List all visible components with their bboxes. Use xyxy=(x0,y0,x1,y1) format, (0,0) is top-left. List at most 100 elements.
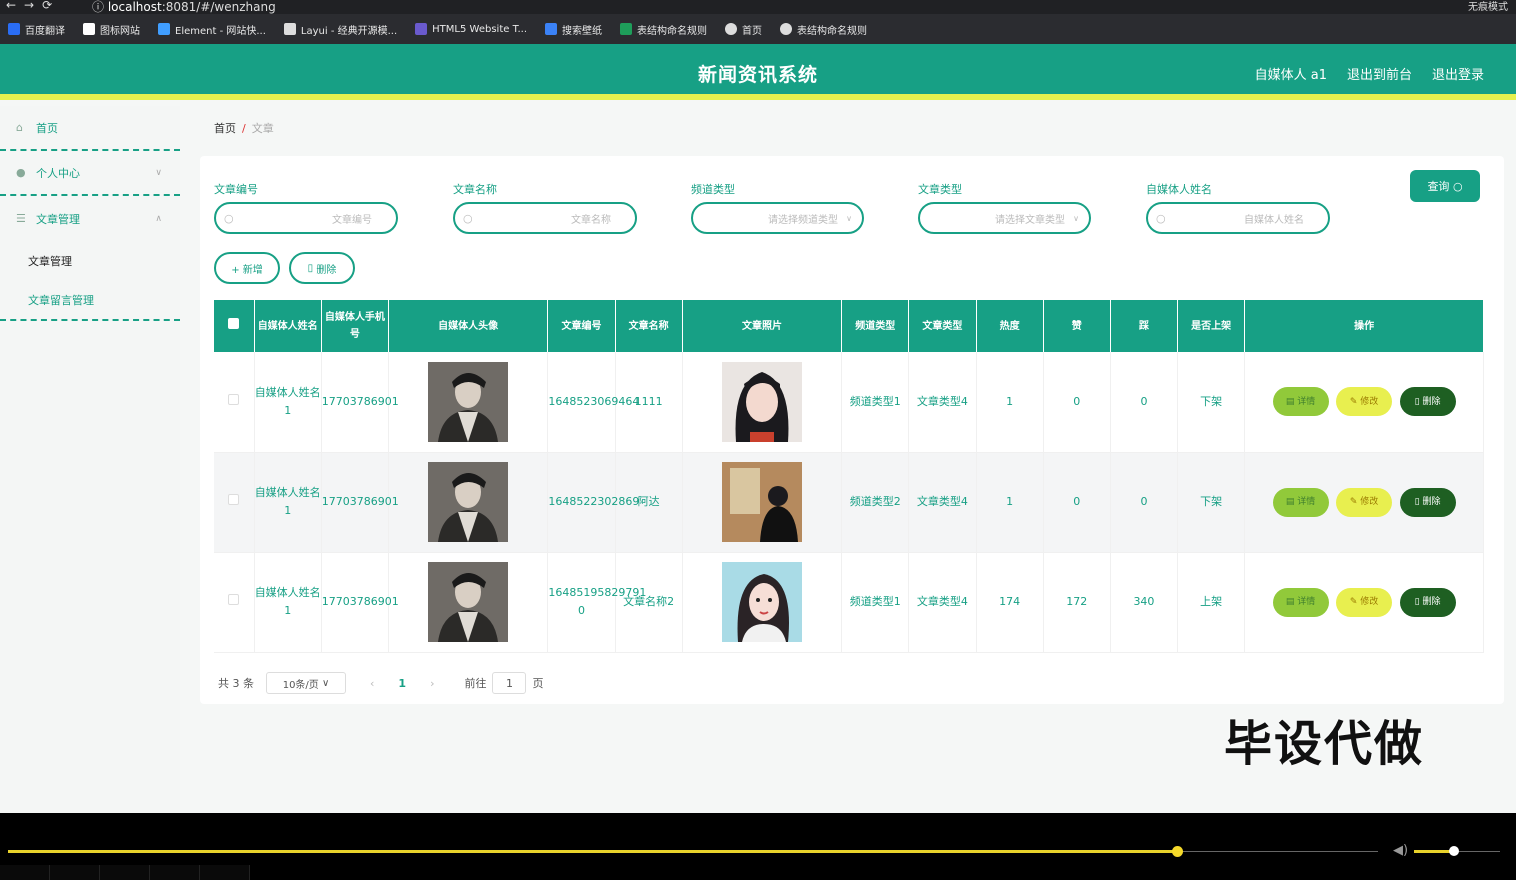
input-placeholder: 文章名称 xyxy=(571,214,611,226)
detail-label: 详情 xyxy=(1297,396,1316,407)
sidebar-subitem-article[interactable]: 文章管理 xyxy=(0,241,180,281)
sidebar-item-personal[interactable]: ● 个人中心 ∨ xyxy=(0,151,180,196)
row-checkbox[interactable] xyxy=(228,594,240,605)
row-checkbox[interactable] xyxy=(228,393,240,405)
delete-button[interactable]: ▯ 删除 xyxy=(1399,387,1456,417)
volume-bar[interactable] xyxy=(1414,850,1454,853)
page-number[interactable]: 1 xyxy=(398,677,406,690)
pagination: 共 3 条 10条/页 ∨ ‹ 1 › 前往 1 页 xyxy=(218,672,543,694)
cell-heat: 1 xyxy=(976,352,1044,453)
search-icon: ○ xyxy=(1156,212,1166,225)
cell-phone: 17703786901 xyxy=(321,352,399,453)
edit-button[interactable]: ✎ 修改 xyxy=(1336,387,1393,417)
sidebar-label: 首页 xyxy=(36,121,58,135)
page-size-select[interactable]: 10条/页 ∨ xyxy=(266,672,346,694)
volume-icon[interactable]: ◀) xyxy=(1393,843,1408,858)
url-host: localhost xyxy=(107,0,162,14)
bookmark[interactable]: 表结构命名规则 xyxy=(620,22,707,37)
detail-button[interactable]: ▤ 详情 xyxy=(1272,487,1329,517)
column-header: 操作 xyxy=(1244,300,1484,352)
edit-button[interactable]: ✎ 修改 xyxy=(1336,587,1393,617)
input-placeholder: 自媒体人姓名 xyxy=(1244,214,1304,226)
back-to-front-link[interactable]: 退出到前台 xyxy=(1347,64,1412,83)
detail-button[interactable]: ▤ 详情 xyxy=(1272,587,1329,617)
article-table: 自媒体人姓名 自媒体人手机号 自媒体人头像 文章编号 文章名称 文章照片 频道类… xyxy=(214,300,1484,653)
column-header: 文章名称 xyxy=(615,300,683,352)
bookmark[interactable]: HTML5 Website T... xyxy=(415,23,527,35)
cell-actions: ▤ 详情 ✎ 修改 ▯ 删除 xyxy=(1244,352,1484,453)
logout-link[interactable]: 退出登录 xyxy=(1432,64,1484,83)
browser-toolbar: ←→⟳ ⓘ localhost:8081/#/wenzhang 无痕模式 xyxy=(0,0,1516,14)
breadcrumb-home[interactable]: 首页 xyxy=(214,122,236,135)
table-row: 自媒体人姓名1 17703786901 16485195829791 0 文章名… xyxy=(214,552,1484,653)
input-placeholder: 请选择频道类型 xyxy=(768,214,838,226)
progress-bar[interactable] xyxy=(8,850,1178,853)
bookmark[interactable]: 首页 xyxy=(725,22,762,37)
delete-button[interactable]: ▯ 删除 xyxy=(1399,487,1456,517)
detail-label: 详情 xyxy=(1297,497,1316,507)
bookmark-icon xyxy=(158,23,170,35)
sidebar-label: 文章管理 xyxy=(36,212,80,226)
bookmark[interactable]: 表结构命名规则 xyxy=(780,22,867,37)
cell-status: 下架 xyxy=(1177,352,1246,453)
nav-buttons[interactable]: ←→⟳ xyxy=(6,0,60,12)
sidebar-item-home[interactable]: ⌂ 首页 xyxy=(0,106,180,151)
table-row: 自媒体人姓名1 17703786901 1648522302869 阿达 频道类… xyxy=(214,452,1484,553)
prev-page-button[interactable]: ‹ xyxy=(370,677,374,690)
avatar-image xyxy=(428,462,509,542)
delete-button[interactable]: ▯ 删除 xyxy=(1399,587,1456,617)
cell-heat: 1 xyxy=(976,452,1044,553)
cell-actions: ▤ 详情 ✎ 修改 ▯ 删除 xyxy=(1244,552,1484,653)
edit-label: 修改 xyxy=(1360,597,1379,607)
bookmark[interactable]: 图标网站 xyxy=(83,22,140,37)
channel-type-select[interactable]: 请选择频道类型 ∨ xyxy=(691,202,864,234)
cell-status: 上架 xyxy=(1177,552,1246,653)
cell-photo xyxy=(682,452,843,553)
chevron-down-icon: ∨ xyxy=(155,167,162,178)
article-name-input[interactable]: ○ 文章名称 xyxy=(453,202,637,234)
select-all-checkbox[interactable] xyxy=(228,317,240,329)
search-icon: ○ xyxy=(1452,179,1463,193)
bookmark-icon xyxy=(83,23,95,35)
article-no-input[interactable]: ○ 文章编号 xyxy=(214,202,398,234)
breadcrumb-separator: / xyxy=(242,122,246,135)
bookmark[interactable]: 百度翻译 xyxy=(8,22,65,37)
sidebar-label: 个人中心 xyxy=(36,166,80,180)
sidebar-item-article[interactable]: ☰ 文章管理 ∧ xyxy=(0,196,180,241)
select-all[interactable] xyxy=(214,300,255,352)
row-checkbox[interactable] xyxy=(228,494,240,505)
filter-label: 文章编号 xyxy=(214,183,258,196)
volume-remaining[interactable] xyxy=(1454,851,1500,852)
bookmark[interactable]: 搜索壁纸 xyxy=(545,22,602,37)
row-select[interactable] xyxy=(214,552,255,653)
batch-delete-button[interactable]: ▯ 删除 xyxy=(289,252,355,284)
cell-avatar xyxy=(388,352,549,453)
detail-button[interactable]: ▤ 详情 xyxy=(1272,387,1329,417)
author-name-input[interactable]: ○ 自媒体人姓名 xyxy=(1146,202,1330,234)
article-type-select[interactable]: 请选择文章类型 ∨ xyxy=(918,202,1091,234)
bookmark-label: 首页 xyxy=(742,25,763,37)
query-button[interactable]: 查询 ○ xyxy=(1410,170,1480,202)
row-select[interactable] xyxy=(214,452,255,553)
user-link[interactable]: 自媒体人 a1 xyxy=(1255,64,1327,83)
edit-button[interactable]: ✎ 修改 xyxy=(1336,487,1393,517)
bookmark-label: 搜索壁纸 xyxy=(562,25,603,37)
bookmark[interactable]: Element - 网站快... xyxy=(158,22,266,37)
progress-remaining[interactable] xyxy=(1178,851,1378,852)
cell-avatar xyxy=(388,552,549,653)
next-page-button[interactable]: › xyxy=(430,677,434,690)
bookmark[interactable]: Layui - 经典开源模... xyxy=(283,22,397,37)
address-bar[interactable]: ⓘ localhost:8081/#/wenzhang xyxy=(92,0,276,15)
row-select[interactable] xyxy=(214,352,255,453)
sidebar-subitem-comments[interactable]: 文章留言管理 xyxy=(0,281,180,321)
delete-label: 删除 xyxy=(316,264,337,276)
goto-input[interactable]: 1 xyxy=(492,672,527,694)
volume-handle[interactable] xyxy=(1449,846,1459,856)
delete-label: 删除 xyxy=(1422,497,1441,507)
progress-handle[interactable] xyxy=(1172,846,1183,857)
column-header: 文章编号 xyxy=(547,300,616,352)
incognito-label: 无痕模式 xyxy=(1468,2,1508,13)
bookmark-icon xyxy=(283,23,296,35)
bookmark-icon xyxy=(8,23,20,35)
add-button[interactable]: + 新增 xyxy=(214,252,280,284)
